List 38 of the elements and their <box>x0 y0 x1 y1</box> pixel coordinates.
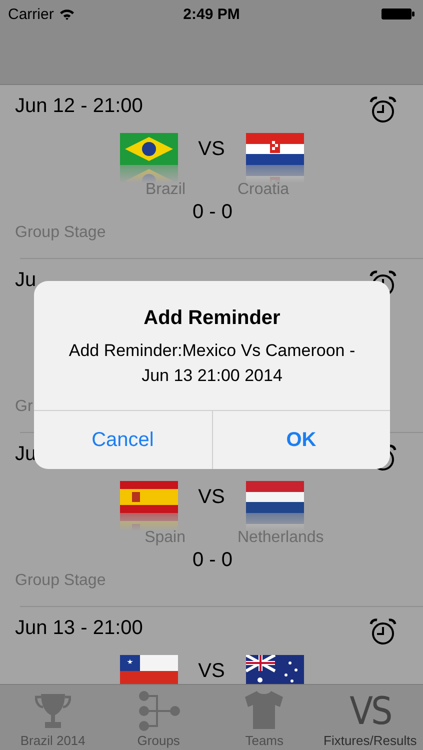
alert-title: Add Reminder <box>144 307 280 329</box>
tab-item[interactable]: Brazil 2014 <box>20 733 86 748</box>
alarm-clock-icon[interactable] <box>369 618 397 646</box>
team-name: Spain <box>144 529 186 548</box>
match-date: Ju <box>15 268 36 292</box>
versus-label: VS <box>198 659 226 684</box>
wifi-icon <box>58 8 75 20</box>
tab-item[interactable]: Groups <box>137 733 180 748</box>
team-name: Netherlands <box>238 529 324 548</box>
stage-label: Gr <box>15 397 33 417</box>
tab-item[interactable]: Teams <box>245 733 284 748</box>
hierarchy-icon <box>136 691 181 731</box>
match-score: 0 - 0 <box>192 549 233 571</box>
cancel-button[interactable]: Cancel <box>34 411 212 469</box>
match-date: Ju <box>15 442 36 466</box>
team-name: Brazil <box>145 181 186 200</box>
stage-label: Group Stage <box>15 571 106 591</box>
match-date: Jun 12 - 21:00 <box>15 94 143 118</box>
shirt-icon <box>243 689 286 731</box>
clock-time: 2:49 PM <box>183 6 240 22</box>
match-score: 0 - 0 <box>192 201 233 223</box>
flag-icon <box>120 481 178 531</box>
carrier-label: Carrier <box>8 6 54 22</box>
alert-message: Add Reminder:Mexico Vs Cameroon - Jun 13 21:00 2014 <box>68 340 356 387</box>
versus-label: VS <box>198 485 226 510</box>
trophy-icon <box>34 691 71 731</box>
stage-label: Group Stage <box>15 223 106 243</box>
team-name: Croatia <box>238 181 290 200</box>
vs-icon: VS <box>350 691 391 731</box>
flag-icon <box>246 481 304 531</box>
alarm-clock-icon[interactable] <box>369 96 397 124</box>
flag-icon <box>246 133 304 183</box>
tab-item[interactable]: Fixtures/Results <box>324 733 417 748</box>
versus-label: VS <box>198 137 226 162</box>
battery-icon <box>381 8 415 20</box>
ok-button[interactable]: OK <box>212 411 390 469</box>
match-date: Jun 13 - 21:00 <box>15 616 143 640</box>
flag-icon <box>120 133 178 183</box>
